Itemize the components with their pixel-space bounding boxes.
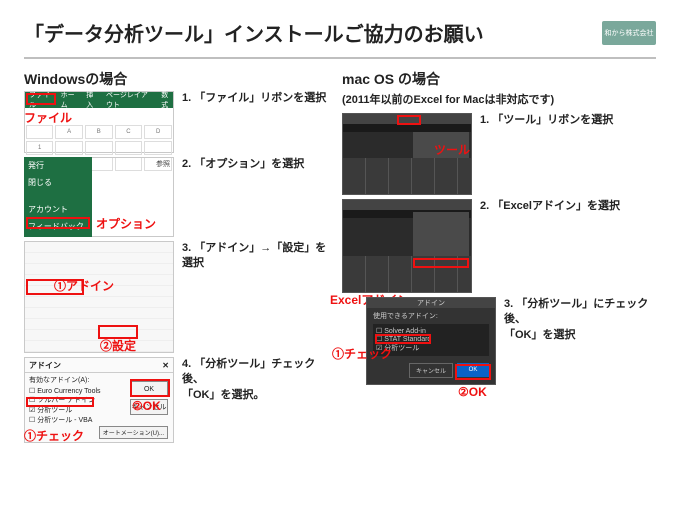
- callout-mac-check: ①チェック: [332, 345, 392, 362]
- win-step-3: 3. 「アドイン」→「設定」を選択: [182, 241, 332, 353]
- screenshot-win-addin-list: [24, 241, 174, 353]
- highlight-check: [26, 397, 94, 407]
- callout-settei: ②設定: [100, 337, 136, 354]
- highlight-file: [26, 93, 56, 105]
- close-icon[interactable]: ✕: [162, 361, 169, 370]
- dialog-title: アドイン: [29, 360, 61, 371]
- opt-ref: 参照: [156, 159, 170, 169]
- highlight-ok: [130, 379, 170, 397]
- screenshot-mac-addin: [342, 199, 472, 293]
- highlight-tool: [397, 115, 421, 125]
- callout-tool: ツール: [434, 141, 470, 158]
- callout-ok2: ②OK: [132, 399, 161, 413]
- highlight-option: [26, 217, 90, 229]
- mac-step-3: 3. 「分析ツール」にチェック後、 「OK」を選択: [504, 297, 670, 385]
- opt-close: 閉じる: [24, 174, 92, 191]
- opt-publish: 発行: [24, 157, 92, 174]
- windows-heading: Windowsの場合: [24, 69, 332, 89]
- callout-file: ファイル: [24, 109, 72, 126]
- win-step-4: 4. 「分析ツール」チェック後、 「OK」を選択。: [182, 357, 332, 443]
- ribbon-formula: 数式: [161, 90, 173, 110]
- company-logo: 和から株式会社: [602, 21, 656, 45]
- highlight-excel-addin: [413, 258, 469, 268]
- ribbon-home: ホーム: [61, 90, 79, 110]
- callout-addin: ①アドイン: [54, 277, 114, 294]
- mac-cancel-button[interactable]: キャンセル: [409, 363, 453, 378]
- callout-check: ①チェック: [24, 427, 84, 444]
- ribbon-layout: ページレイアウト: [106, 90, 153, 110]
- opt-account: アカウント: [24, 201, 92, 218]
- mac-dialog-avail: 使用できるアドイン:: [367, 308, 495, 324]
- mac-step-1: 1. 「ツール」リボンを選択: [480, 113, 613, 195]
- mac-addin-item: ☑ 分析ツール: [376, 343, 486, 353]
- ribbon-insert: 挿入: [86, 90, 98, 110]
- callout-option: オプション: [96, 215, 156, 232]
- win-step-1: 1. 「ファイル」リボンを選択: [182, 91, 326, 153]
- mac-heading: mac OS の場合: [342, 69, 670, 89]
- divider: [24, 57, 656, 59]
- screenshot-mac-check: アドイン 使用できるアドイン: ☐ Solver Add-in ☐ STAT S…: [366, 297, 496, 385]
- callout-mac-ok: ②OK: [458, 385, 487, 399]
- mac-subheading: (2011年以前のExcel for Macは非対応です): [342, 91, 670, 107]
- addin-item: ☐ 分析ツール - VBA: [29, 415, 169, 425]
- mac-step-2: 2. 「Excelアドイン」を選択: [480, 199, 620, 293]
- highlight-mac-check: [375, 334, 431, 344]
- automation-button[interactable]: オートメーション(U)...: [99, 426, 168, 439]
- page-title: 「データ分析ツール」インストールご協力のお願い: [24, 18, 484, 47]
- mac-dialog-title: アドイン: [367, 298, 495, 308]
- win-step-2: 2. 「オプション」を選択: [182, 157, 304, 237]
- highlight-mac-ok: [455, 364, 491, 380]
